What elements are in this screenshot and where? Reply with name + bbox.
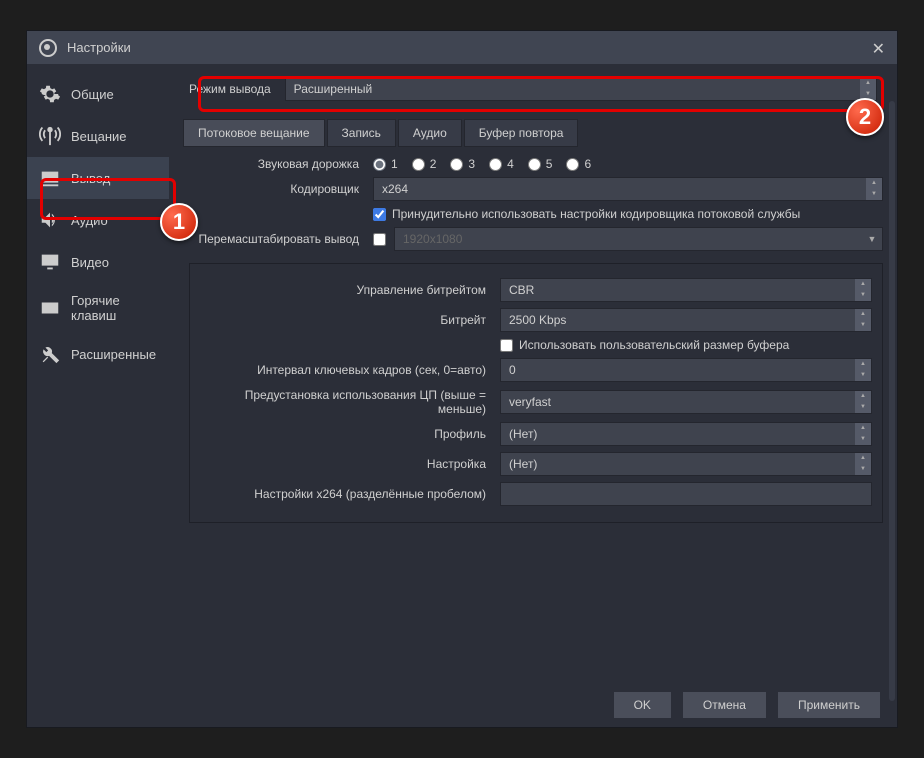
track-5[interactable]: 5 xyxy=(528,157,553,171)
tab-streaming[interactable]: Потоковое вещание xyxy=(183,119,325,147)
audio-track-radios: 1 2 3 4 5 6 xyxy=(373,157,883,171)
tools-icon xyxy=(39,343,61,365)
chevron-down-icon: ▼ xyxy=(862,228,882,250)
sidebar-item-stream[interactable]: Вещание xyxy=(27,115,169,157)
rate-control-label: Управление битрейтом xyxy=(200,283,490,297)
tune-select[interactable]: (Нет) ▲▼ xyxy=(500,452,872,476)
cancel-button[interactable]: Отмена xyxy=(682,691,767,719)
track-2[interactable]: 2 xyxy=(412,157,437,171)
track-3[interactable]: 3 xyxy=(450,157,475,171)
encoder-label: Кодировщик xyxy=(183,182,363,196)
gear-icon xyxy=(39,83,61,105)
sidebar-item-hotkeys[interactable]: Горячие клавиш xyxy=(27,283,169,333)
x264opts-input[interactable] xyxy=(500,482,872,506)
sidebar-item-label: Горячие клавиш xyxy=(71,293,157,323)
output-icon xyxy=(39,167,61,189)
spinner-icon: ▲▼ xyxy=(855,423,871,445)
tab-recording[interactable]: Запись xyxy=(327,119,396,147)
tabs: Потоковое вещание Запись Аудио Буфер пов… xyxy=(183,119,883,147)
output-mode-select[interactable]: Расширенный ▲▼ xyxy=(285,77,877,101)
titlebar: Настройки ✕ xyxy=(27,31,897,65)
sidebar-item-audio[interactable]: Аудио xyxy=(27,199,169,241)
cpu-preset-label: Предустановка использования ЦП (выше = м… xyxy=(200,388,490,416)
audio-track-label: Звуковая дорожка xyxy=(183,157,363,171)
cpu-preset-select[interactable]: veryfast ▲▼ xyxy=(500,390,872,414)
bitrate-input[interactable]: 2500 Kbps ▲▼ xyxy=(500,308,872,332)
obs-icon xyxy=(39,39,57,57)
window-title: Настройки xyxy=(67,40,131,55)
x264opts-label: Настройки x264 (разделённые пробелом) xyxy=(200,487,490,501)
rescale-select[interactable]: 1920x1080 ▼ xyxy=(394,227,883,251)
spinner-icon: ▲▼ xyxy=(855,309,871,331)
encoder-settings-panel: Управление битрейтом CBR ▲▼ Битрейт 2500… xyxy=(189,263,883,523)
sidebar-item-label: Видео xyxy=(71,255,109,270)
main-panel: Режим вывода Расширенный ▲▼ Потоковое ве… xyxy=(169,65,897,683)
sidebar-item-output[interactable]: Вывод xyxy=(27,157,169,199)
sidebar-item-label: Аудио xyxy=(71,213,108,228)
profile-label: Профиль xyxy=(200,427,490,441)
track-4[interactable]: 4 xyxy=(489,157,514,171)
spinner-icon: ▲▼ xyxy=(855,359,871,381)
spinner-icon: ▲▼ xyxy=(855,391,871,413)
output-mode-row: Режим вывода Расширенный ▲▼ xyxy=(183,73,883,105)
track-1[interactable]: 1 xyxy=(373,157,398,171)
sidebar-item-video[interactable]: Видео xyxy=(27,241,169,283)
spinner-icon: ▲▼ xyxy=(855,279,871,301)
rescale-label: Перемасштабировать вывод xyxy=(183,232,363,246)
sidebar-item-advanced[interactable]: Расширенные xyxy=(27,333,169,375)
rescale-checkbox[interactable] xyxy=(373,233,386,246)
ok-button[interactable]: OK xyxy=(613,691,672,719)
spinner-icon[interactable]: ▲▼ xyxy=(860,78,876,100)
keyint-input[interactable]: 0 ▲▼ xyxy=(500,358,872,382)
callout-badge-1: 1 xyxy=(160,203,198,241)
scrollbar[interactable] xyxy=(889,101,895,701)
sidebar-item-general[interactable]: Общие xyxy=(27,73,169,115)
monitor-icon xyxy=(39,251,61,273)
dialog-footer: OK Отмена Применить xyxy=(27,683,897,727)
callout-badge-2: 2 xyxy=(846,98,884,136)
keyboard-icon xyxy=(39,297,61,319)
antenna-icon xyxy=(39,125,61,147)
tab-audio[interactable]: Аудио xyxy=(398,119,462,147)
enforce-checkbox[interactable]: Принудительно использовать настройки код… xyxy=(373,207,883,221)
output-mode-label: Режим вывода xyxy=(189,82,271,96)
tune-label: Настройка xyxy=(200,457,490,471)
sidebar-item-label: Вещание xyxy=(71,129,127,144)
sidebar: Общие Вещание Вывод Аудио Видео Горячие … xyxy=(27,65,169,683)
speaker-icon xyxy=(39,209,61,231)
encoder-select[interactable]: x264 ▲▼ xyxy=(373,177,883,201)
keyint-label: Интервал ключевых кадров (сек, 0=авто) xyxy=(200,363,490,377)
bitrate-label: Битрейт xyxy=(200,313,490,327)
track-6[interactable]: 6 xyxy=(566,157,591,171)
sidebar-item-label: Вывод xyxy=(71,171,110,186)
spinner-icon[interactable]: ▲▼ xyxy=(866,178,882,200)
profile-select[interactable]: (Нет) ▲▼ xyxy=(500,422,872,446)
sidebar-item-label: Общие xyxy=(71,87,114,102)
tab-replay[interactable]: Буфер повтора xyxy=(464,119,579,147)
spinner-icon: ▲▼ xyxy=(855,453,871,475)
settings-window: Настройки ✕ Общие Вещание Вывод Аудио xyxy=(26,30,898,728)
apply-button[interactable]: Применить xyxy=(777,691,881,719)
sidebar-item-label: Расширенные xyxy=(71,347,156,362)
close-icon[interactable]: ✕ xyxy=(872,39,885,59)
rate-control-select[interactable]: CBR ▲▼ xyxy=(500,278,872,302)
custom-buffer-checkbox[interactable]: Использовать пользовательский размер буф… xyxy=(500,338,872,352)
